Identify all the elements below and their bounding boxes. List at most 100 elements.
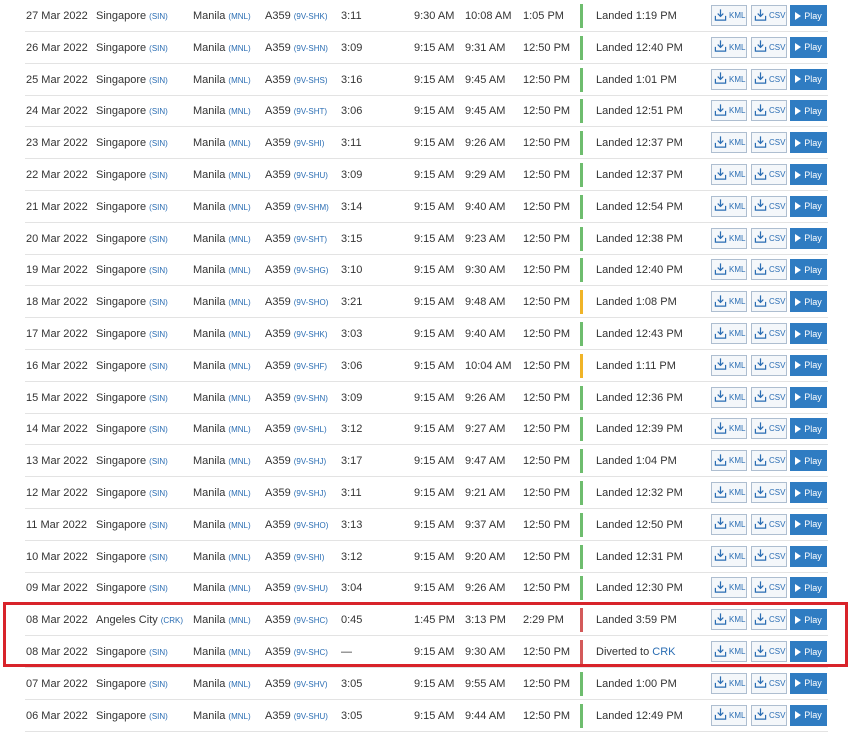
kml-download-button[interactable]: KML: [711, 227, 747, 249]
registration-link[interactable]: (9V-SHI): [294, 553, 325, 562]
origin-code-link[interactable]: (SIN): [149, 203, 168, 212]
play-button[interactable]: Play: [790, 386, 827, 408]
destination-code-link[interactable]: (MNL): [228, 76, 250, 85]
kml-download-button[interactable]: KML: [711, 418, 747, 440]
csv-download-button[interactable]: CSV: [751, 354, 787, 376]
csv-download-button[interactable]: CSV: [751, 227, 787, 249]
play-button[interactable]: Play: [790, 418, 827, 440]
origin-code-link[interactable]: (SIN): [149, 425, 168, 434]
origin-code-link[interactable]: (SIN): [149, 298, 168, 307]
kml-download-button[interactable]: KML: [711, 100, 747, 122]
destination-code-link[interactable]: (MNL): [228, 12, 250, 21]
play-button[interactable]: Play: [790, 195, 827, 217]
destination-code-link[interactable]: (MNL): [228, 584, 250, 593]
play-button[interactable]: Play: [790, 672, 827, 694]
kml-download-button[interactable]: KML: [711, 704, 747, 726]
kml-download-button[interactable]: KML: [711, 5, 747, 26]
registration-link[interactable]: (9V-SHT): [294, 107, 327, 116]
kml-download-button[interactable]: KML: [711, 195, 747, 217]
origin-code-link[interactable]: (SIN): [149, 235, 168, 244]
kml-download-button[interactable]: KML: [711, 323, 747, 344]
play-button[interactable]: Play: [790, 704, 827, 726]
registration-link[interactable]: (9V-SHJ): [294, 489, 326, 498]
destination-code-link[interactable]: (MNL): [228, 553, 250, 562]
registration-link[interactable]: (9V-SHU): [294, 712, 328, 721]
csv-download-button[interactable]: CSV: [751, 704, 787, 726]
kml-download-button[interactable]: KML: [711, 164, 747, 185]
kml-download-button[interactable]: KML: [711, 577, 747, 599]
registration-link[interactable]: (9V-SHS): [294, 76, 328, 85]
destination-code-link[interactable]: (MNL): [228, 680, 250, 689]
play-button[interactable]: Play: [790, 100, 827, 122]
destination-code-link[interactable]: (MNL): [228, 107, 250, 116]
origin-code-link[interactable]: (SIN): [149, 394, 168, 403]
origin-code-link[interactable]: (SIN): [149, 139, 168, 148]
play-button[interactable]: Play: [790, 259, 827, 281]
play-button[interactable]: Play: [790, 132, 827, 154]
csv-download-button[interactable]: CSV: [751, 5, 787, 26]
kml-download-button[interactable]: KML: [711, 450, 747, 472]
destination-code-link[interactable]: (MNL): [228, 298, 250, 307]
destination-code-link[interactable]: (MNL): [228, 394, 250, 403]
play-button[interactable]: Play: [790, 513, 827, 535]
registration-link[interactable]: (9V-SHG): [294, 266, 329, 275]
origin-code-link[interactable]: (SIN): [149, 584, 168, 593]
origin-code-link[interactable]: (SIN): [149, 44, 168, 53]
registration-link[interactable]: (9V-SHM): [294, 203, 329, 212]
destination-code-link[interactable]: (MNL): [228, 362, 250, 371]
origin-code-link[interactable]: (SIN): [149, 553, 168, 562]
csv-download-button[interactable]: CSV: [751, 386, 787, 408]
play-button[interactable]: Play: [790, 164, 827, 185]
play-button[interactable]: Play: [790, 5, 827, 26]
play-button[interactable]: Play: [790, 482, 827, 503]
destination-code-link[interactable]: (MNL): [228, 235, 250, 244]
registration-link[interactable]: (9V-SHC): [294, 616, 328, 625]
origin-code-link[interactable]: (SIN): [149, 330, 168, 339]
kml-download-button[interactable]: KML: [711, 354, 747, 376]
registration-link[interactable]: (9V-SHL): [294, 425, 327, 434]
destination-code-link[interactable]: (MNL): [228, 489, 250, 498]
origin-code-link[interactable]: (CRK): [161, 616, 183, 625]
origin-code-link[interactable]: (SIN): [149, 171, 168, 180]
registration-link[interactable]: (9V-SHK): [294, 330, 328, 339]
kml-download-button[interactable]: KML: [711, 513, 747, 535]
play-button[interactable]: Play: [790, 641, 827, 662]
kml-download-button[interactable]: KML: [711, 641, 747, 662]
registration-link[interactable]: (9V-SHK): [294, 12, 328, 21]
csv-download-button[interactable]: CSV: [751, 482, 787, 503]
csv-download-button[interactable]: CSV: [751, 36, 787, 58]
destination-code-link[interactable]: (MNL): [228, 457, 250, 466]
csv-download-button[interactable]: CSV: [751, 513, 787, 535]
csv-download-button[interactable]: CSV: [751, 672, 787, 694]
registration-link[interactable]: (9V-SHN): [294, 44, 328, 53]
play-button[interactable]: Play: [790, 227, 827, 249]
registration-link[interactable]: (9V-SHU): [294, 584, 328, 593]
status-airport-link[interactable]: CRK: [652, 646, 675, 658]
csv-download-button[interactable]: CSV: [751, 164, 787, 185]
csv-download-button[interactable]: CSV: [751, 609, 787, 631]
destination-code-link[interactable]: (MNL): [228, 330, 250, 339]
destination-code-link[interactable]: (MNL): [228, 171, 250, 180]
origin-code-link[interactable]: (SIN): [149, 489, 168, 498]
registration-link[interactable]: (9V-SHV): [294, 680, 328, 689]
kml-download-button[interactable]: KML: [711, 291, 747, 313]
destination-code-link[interactable]: (MNL): [228, 648, 250, 657]
play-button[interactable]: Play: [790, 354, 827, 376]
play-button[interactable]: Play: [790, 36, 827, 58]
kml-download-button[interactable]: KML: [711, 132, 747, 154]
csv-download-button[interactable]: CSV: [751, 100, 787, 122]
kml-download-button[interactable]: KML: [711, 68, 747, 90]
play-button[interactable]: Play: [790, 450, 827, 472]
csv-download-button[interactable]: CSV: [751, 418, 787, 440]
origin-code-link[interactable]: (SIN): [149, 266, 168, 275]
registration-link[interactable]: (9V-SHU): [294, 171, 328, 180]
origin-code-link[interactable]: (SIN): [149, 107, 168, 116]
registration-link[interactable]: (9V-SHT): [294, 235, 327, 244]
origin-code-link[interactable]: (SIN): [149, 521, 168, 530]
csv-download-button[interactable]: CSV: [751, 450, 787, 472]
registration-link[interactable]: (9V-SHF): [294, 362, 327, 371]
origin-code-link[interactable]: (SIN): [149, 457, 168, 466]
kml-download-button[interactable]: KML: [711, 545, 747, 567]
csv-download-button[interactable]: CSV: [751, 195, 787, 217]
kml-download-button[interactable]: KML: [711, 36, 747, 58]
